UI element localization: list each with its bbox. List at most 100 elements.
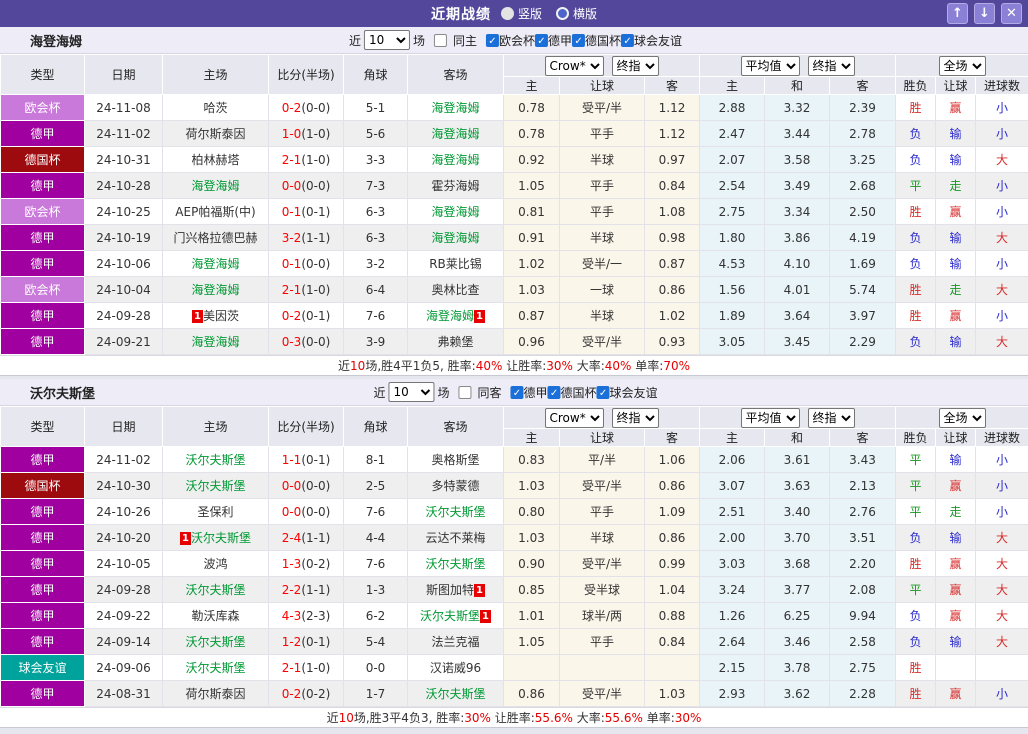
result-wdl-cell: 负 [895, 524, 937, 551]
red-card-icon: 1 [474, 584, 485, 597]
away-team-cell-name: 海登海姆 [431, 153, 480, 167]
scope-select[interactable]: 全场 [938, 407, 986, 428]
away-team-cell-name: 沃尔夫斯堡 [425, 557, 486, 571]
radio-selected-icon[interactable] [500, 7, 514, 20]
league-checkbox[interactable]: ✓ [596, 385, 610, 399]
home-team-cell-name: 荷尔斯泰因 [185, 127, 246, 141]
ah-away-odds-cell: 1.09 [643, 498, 701, 525]
recent-count-select[interactable]: 10 [363, 30, 410, 50]
table-row: 德国杯 24-10-30 沃尔夫斯堡 0-0(0-0) 2-5 多特蒙德 1.03 受平/半 0… [0, 472, 1028, 499]
handicap-odds-header: Crow* 终指 [502, 54, 701, 77]
eu-draw-odds-cell: 3.77 [764, 576, 831, 603]
col-header-4: 角球 [343, 406, 408, 447]
type-badge-cell: 欧会杯 [0, 276, 85, 303]
ah-away-odds-cell: 0.84 [643, 172, 701, 199]
date-cell: 24-10-05 [84, 550, 163, 577]
summary-text: 场,胜3平4负3, 胜率: [353, 711, 465, 725]
home-team-cell-name: AEP帕福斯(中) [175, 205, 256, 219]
fulltime-score: 0-0 [281, 504, 302, 519]
eu-home-odds-cell: 2.00 [699, 524, 766, 551]
euro-time-select[interactable]: 终指 [807, 55, 855, 76]
league-checkbox[interactable]: ✓ [621, 33, 635, 47]
eu-away-odds-cell: 2.08 [829, 576, 897, 603]
near-label: 近 [373, 385, 386, 400]
result-wdl-cell: 负 [895, 250, 937, 277]
header-row-dropdowns: 类型 日期 主场 比分(半场) 角球 客场 Crow* 终指 平均值 终指 全场 [0, 54, 1028, 95]
home-team-cell-name: 海登海姆 [191, 179, 240, 193]
result-handicap-cell: 赢 [935, 576, 977, 603]
halftime-score: (1-1) [301, 582, 331, 597]
ah-home-odds-cell: 1.02 [503, 250, 560, 277]
type-badge-cell: 德甲 [0, 680, 85, 707]
result-handicap-cell: 赢 [935, 602, 977, 629]
result-handicap-cell: 输 [935, 628, 977, 655]
date-cell: 24-10-31 [84, 146, 163, 173]
table-row: 球会友谊 24-09-06 沃尔夫斯堡 2-1(1-0) 0-0 汉诺威96 2.15 3.7… [0, 654, 1028, 681]
league-checkbox[interactable]: ✓ [572, 33, 586, 47]
type-badge-cell: 德国杯 [0, 472, 85, 499]
odds-source-select[interactable]: Crow* [544, 55, 604, 76]
radio-unselected-icon[interactable] [556, 7, 569, 20]
corner-cell: 2-5 [343, 472, 408, 499]
league-filter-list: ✓ 德甲 ✓ 德国杯 ✓ 球会友谊 [510, 384, 658, 401]
same-venue-checkbox[interactable] [458, 385, 472, 399]
table-row: 德甲 24-10-05 波鸿 1-3(0-2) 7-6 沃尔夫斯堡 0.90 受平/半 0.99… [0, 550, 1028, 577]
summary-stat-value: 55.6% [534, 711, 573, 725]
league-checkbox[interactable]: ✓ [510, 385, 524, 399]
away-team-cell-name: 海登海姆 [431, 127, 480, 141]
move-up-button[interactable]: ↑ [947, 3, 968, 24]
layout-radio-group: 竖版 横版 [500, 5, 597, 22]
table-row: 德甲 24-10-19 门兴格拉德巴赫 3-2(1-1) 6-3 海登海姆 0.91 半球 0.… [0, 224, 1028, 251]
eu-draw-odds-cell: 3.40 [764, 498, 831, 525]
home-team-cell: 海登海姆 [162, 172, 269, 199]
home-team-cell-name: 沃尔夫斯堡 [185, 583, 246, 597]
corner-cell: 1-7 [343, 680, 408, 707]
res-col-header: 让球 [935, 76, 977, 95]
league-checkbox[interactable]: ✓ [547, 385, 561, 399]
odds-time-select[interactable]: 终指 [611, 407, 659, 428]
ah-home-odds-cell: 0.96 [503, 328, 560, 355]
corner-cell: 7-6 [343, 498, 408, 525]
euro-time-select[interactable]: 终指 [807, 407, 855, 428]
league-label: 球会友谊 [634, 33, 683, 48]
date-cell: 24-10-20 [84, 524, 163, 551]
away-team-cell-name: 沃尔夫斯堡 [425, 687, 486, 701]
result-goals-cell: 小 [975, 172, 1028, 199]
league-checkbox[interactable]: ✓ [485, 33, 499, 47]
move-down-button[interactable]: ↓ [974, 3, 995, 24]
col-header-2: 主场 [162, 406, 269, 447]
corner-cell: 5-1 [343, 94, 408, 121]
corner-cell: 5-4 [343, 628, 408, 655]
result-handicap-cell: 走 [935, 498, 977, 525]
radio-horizontal[interactable]: 横版 [556, 5, 597, 22]
away-team-cell-name: 海登海姆 [431, 101, 480, 115]
fulltime-score: 3-2 [281, 230, 302, 245]
euro-source-select[interactable]: 平均值 [740, 407, 800, 428]
euro-source-select[interactable]: 平均值 [740, 55, 800, 76]
halftime-score: (0-1) [301, 204, 331, 219]
scope-select[interactable]: 全场 [938, 55, 986, 76]
odds-source-select[interactable]: Crow* [544, 407, 604, 428]
home-team-cell: 沃尔夫斯堡 [162, 446, 269, 473]
recent-count-select[interactable]: 10 [388, 382, 435, 402]
result-goals-cell: 小 [975, 198, 1028, 225]
fulltime-score: 0-2 [281, 308, 302, 323]
league-checkbox[interactable]: ✓ [535, 33, 549, 47]
titlebar: 近期战绩 竖版 横版 ↑ ↓ ✕ [0, 0, 1028, 27]
radio-vertical[interactable]: 竖版 [500, 5, 542, 22]
away-team-cell: 海登海姆 [407, 224, 504, 251]
close-button[interactable]: ✕ [1001, 3, 1022, 24]
away-team-cell-name: 沃尔夫斯堡 [419, 609, 480, 623]
score-cell: 0-2(0-2) [268, 680, 344, 707]
score-cell: 0-1(0-1) [268, 198, 344, 225]
euro-odds-header-wrap: 平均值 终指 [700, 407, 895, 428]
fulltime-score: 0-1 [281, 256, 302, 271]
odds-time-select[interactable]: 终指 [611, 55, 659, 76]
result-wdl-cell: 负 [895, 628, 937, 655]
ah-home-odds-cell: 0.85 [503, 576, 560, 603]
table-row: 德甲 24-10-28 海登海姆 0-0(0-0) 7-3 霍芬海姆 1.05 平手 0.84 2… [0, 172, 1028, 199]
away-team-cell: 海登海姆 [407, 146, 504, 173]
same-venue-label: 同客 [477, 385, 502, 400]
home-team-cell: 圣保利 [162, 498, 269, 525]
same-venue-checkbox[interactable] [433, 33, 447, 47]
